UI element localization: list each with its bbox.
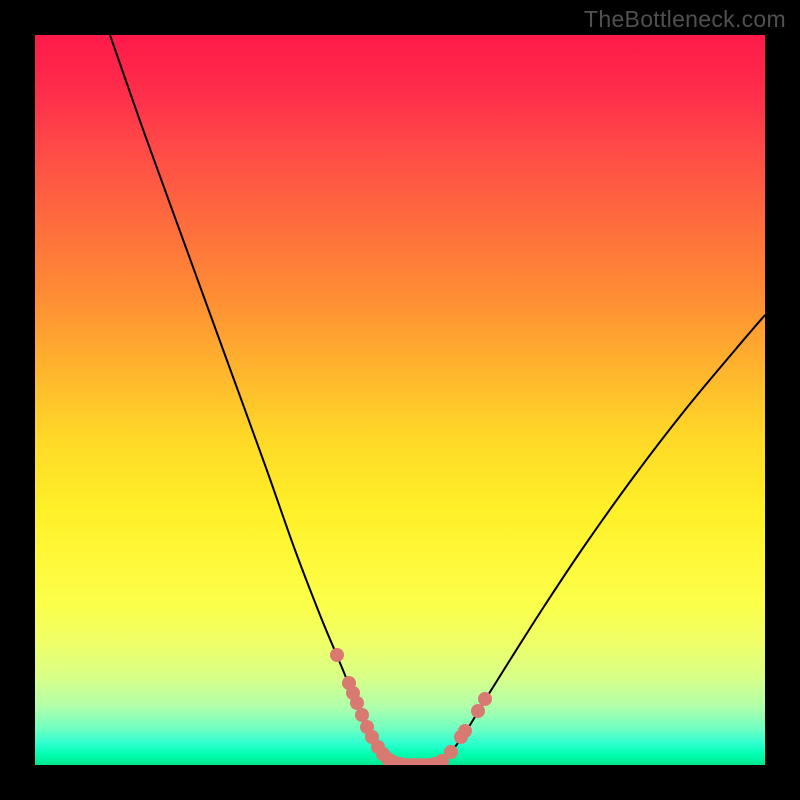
salmon-dot bbox=[478, 692, 492, 706]
plot-area bbox=[35, 35, 765, 765]
watermark-text: TheBottleneck.com bbox=[584, 6, 786, 33]
salmon-dot bbox=[471, 704, 485, 718]
salmon-dot bbox=[350, 696, 364, 710]
curve-overlay bbox=[35, 35, 765, 765]
salmon-dot bbox=[458, 724, 472, 738]
salmon-dot bbox=[330, 648, 344, 662]
salmon-dot-cluster bbox=[330, 648, 492, 765]
salmon-dot bbox=[355, 708, 369, 722]
left-curve bbox=[110, 35, 400, 763]
salmon-dot bbox=[444, 745, 458, 759]
